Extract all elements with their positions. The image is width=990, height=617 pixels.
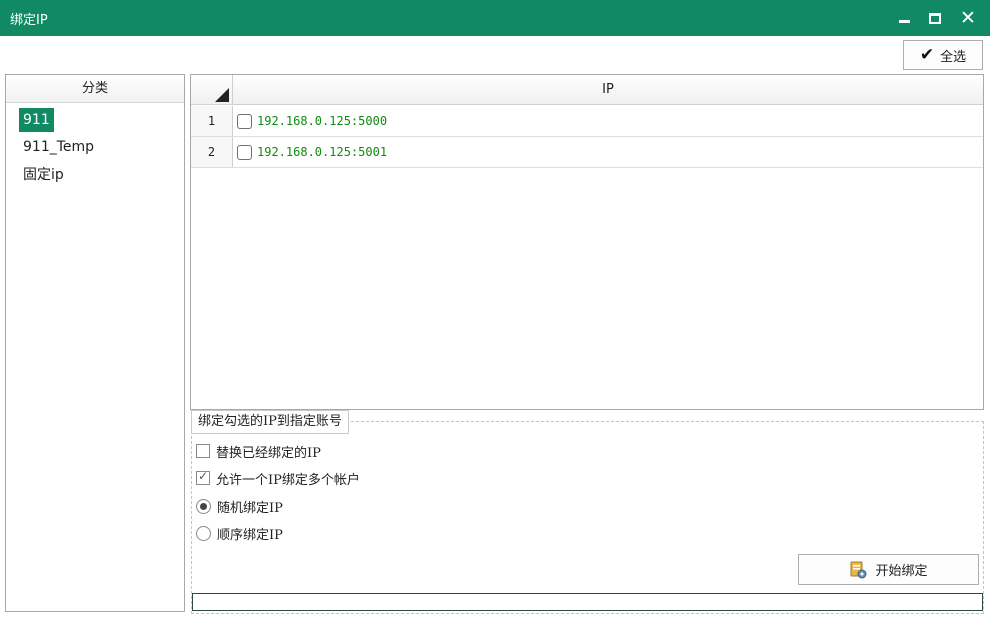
row-checkbox[interactable] (237, 144, 252, 160)
select-all-corner-cell[interactable] (191, 75, 233, 105)
row-checkbox[interactable] (237, 113, 252, 129)
bind-start-icon (850, 561, 867, 578)
start-bind-button[interactable]: 开始绑定 (798, 554, 979, 585)
category-item-fixed-ip[interactable]: 固定ip (19, 163, 68, 187)
title-bar: 绑定IP ✕ (0, 0, 990, 36)
column-header-ip[interactable]: IP (233, 75, 983, 105)
minimize-button[interactable] (892, 6, 918, 30)
start-bind-label: 开始绑定 (875, 564, 928, 579)
replace-existing-label: 替换已经绑定的IP (216, 445, 321, 461)
table-row[interactable]: 1 192.168.0.125:5000 (191, 106, 983, 137)
allow-multiple-label: 允许一个IP绑定多个帐户 (216, 472, 360, 488)
close-button[interactable]: ✕ (954, 6, 980, 30)
maximize-button[interactable] (922, 6, 948, 30)
ip-cell[interactable]: 192.168.0.125:5001 (237, 137, 387, 167)
corner-triangle-icon (215, 88, 229, 102)
checkbox-checked-icon[interactable] (196, 469, 210, 485)
category-item-911[interactable]: 911 (19, 108, 54, 132)
progress-bar (192, 593, 983, 611)
allow-multiple-checkbox[interactable]: 允许一个IP绑定多个帐户 (196, 468, 360, 488)
sequential-bind-label: 顺序绑定IP (217, 527, 283, 543)
category-panel: 分类 911 911_Temp 固定ip (5, 74, 185, 612)
window-title: 绑定IP (10, 13, 48, 28)
radio-icon[interactable] (196, 525, 211, 541)
random-bind-label: 随机绑定IP (217, 500, 283, 516)
bind-options-title: 绑定勾选的IP到指定账号 (191, 410, 349, 434)
category-header: 分类 (6, 75, 184, 103)
row-number: 1 (191, 106, 233, 136)
random-bind-radio[interactable]: 随机绑定IP (196, 496, 283, 516)
sequential-bind-radio[interactable]: 顺序绑定IP (196, 523, 283, 543)
select-all-button[interactable]: ✔ 全选 (903, 40, 983, 70)
category-item-911-temp[interactable]: 911_Temp (19, 135, 98, 159)
ip-grid: IP 1 192.168.0.125:5000 2 192.168.0.125:… (190, 74, 984, 410)
radio-selected-icon[interactable] (196, 498, 211, 514)
checkmark-icon: ✔ (919, 45, 935, 65)
replace-existing-checkbox[interactable]: 替换已经绑定的IP (196, 441, 321, 461)
maximize-icon (929, 13, 941, 24)
ip-value: 192.168.0.125:5000 (257, 114, 388, 128)
close-icon: ✕ (960, 7, 976, 29)
select-all-label: 全选 (940, 49, 967, 65)
grid-header: IP (191, 75, 983, 105)
minimize-icon (899, 20, 910, 23)
row-number: 2 (191, 137, 233, 167)
checkbox-icon[interactable] (196, 444, 210, 458)
table-row[interactable]: 2 192.168.0.125:5001 (191, 137, 983, 168)
ip-cell[interactable]: 192.168.0.125:5000 (237, 106, 387, 136)
ip-value: 192.168.0.125:5001 (257, 145, 388, 159)
